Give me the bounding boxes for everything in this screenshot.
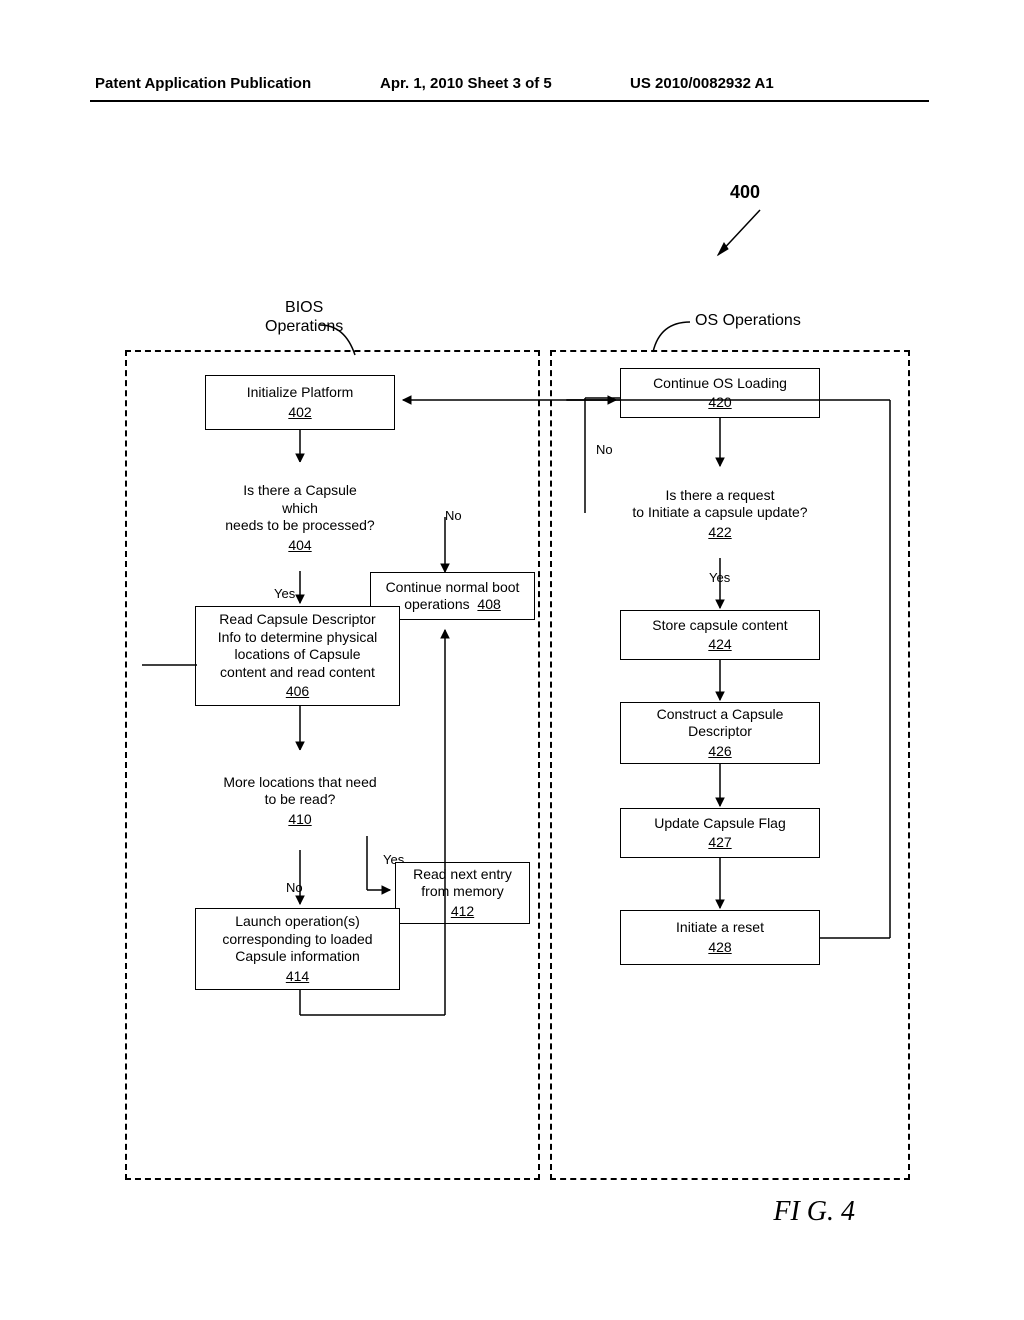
conn-428-reset-loop	[820, 400, 900, 945]
label-yes-404: Yes	[274, 586, 295, 601]
header-rule	[90, 100, 929, 102]
os-operations-label: OS Operations	[695, 312, 801, 330]
node-continue-os-loading: Continue OS Loading 420	[620, 368, 820, 418]
conn-404-yes-406	[295, 571, 305, 611]
conn-412-loop	[138, 660, 538, 940]
figure-number: 400	[730, 182, 760, 203]
node-initiate-reset: Initiate a reset 428	[620, 910, 820, 965]
figure-canvas: 400 BIOS Operations OS Operations Initia…	[90, 150, 930, 1270]
figure-label: FI G. 4	[773, 1196, 855, 1228]
conn-reset-to-top	[565, 395, 895, 405]
header-center: Apr. 1, 2010 Sheet 3 of 5	[380, 75, 552, 92]
conn-420-422	[715, 418, 725, 474]
conn-424-426	[715, 660, 725, 708]
node-store-capsule-content: Store capsule content 424	[620, 610, 820, 660]
conn-414-down	[295, 990, 455, 1030]
figure-number-arrow	[710, 205, 770, 265]
conn-404-no-408	[440, 512, 450, 580]
conn-414-to-408	[440, 620, 450, 1020]
conn-427-428	[715, 858, 725, 916]
header-right: US 2010/0082932 A1	[630, 75, 774, 92]
conn-422-yes-424	[715, 558, 725, 616]
conn-426-427	[715, 764, 725, 814]
node-capsule-process-decision: Is there a Capsule which needs to be pro…	[160, 462, 440, 572]
conn-422-no-loop	[580, 418, 605, 518]
node-update-capsule-flag: Update Capsule Flag 427	[620, 808, 820, 858]
node-launch-operations: Launch operation(s) corresponding to loa…	[195, 908, 400, 990]
node-capsule-update-decision: Is there a request to Initiate a capsule…	[580, 468, 860, 558]
node-construct-capsule-descriptor: Construct a Capsule Descriptor 426	[620, 702, 820, 764]
header-left: Patent Application Publication	[95, 75, 311, 92]
node-initialize-platform: Initialize Platform 402	[205, 375, 395, 430]
